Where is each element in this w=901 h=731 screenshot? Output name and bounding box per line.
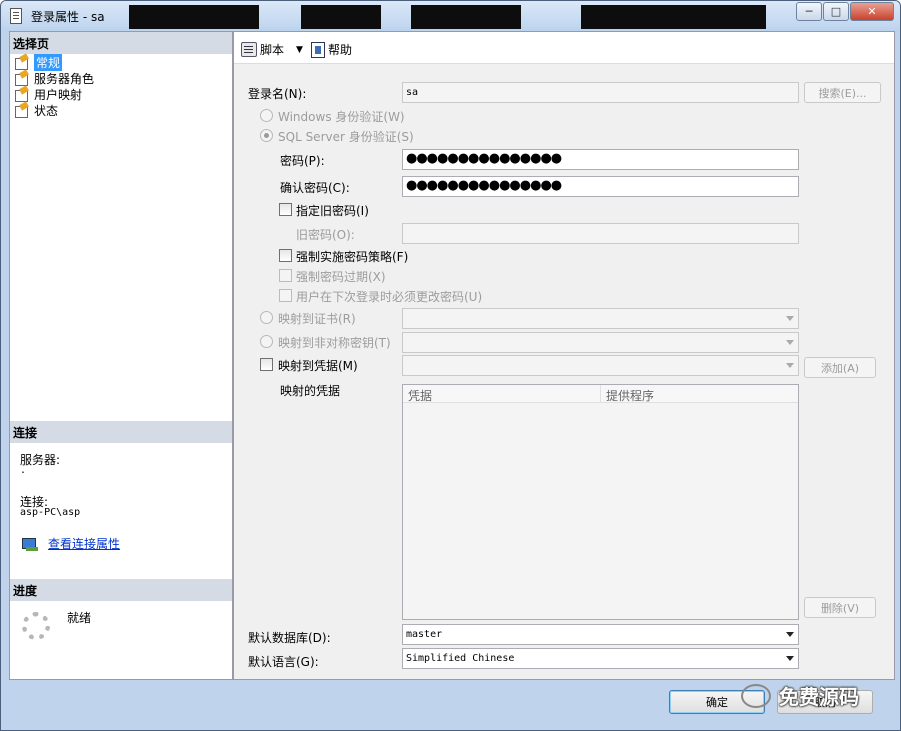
dropdown-arrow-icon[interactable]: ▼ [296,45,303,55]
progress-header: 进度 [10,579,232,601]
old-password-label: 旧密码(O): [296,228,355,242]
map-credential-checkbox[interactable] [260,358,273,371]
minimize-button[interactable]: ─ [796,2,822,21]
search-button[interactable]: 搜索(E)... [804,82,881,103]
password-field[interactable]: ●●●●●●●●●●●●●●● [402,149,799,170]
grid-header: 凭据 提供程序 [403,385,798,403]
login-name-label: 登录名(N): [248,87,307,101]
window-controls: ─ □ ✕ [795,2,894,21]
must-change-label: 用户在下次登录时必须更改密码(U) [296,290,483,304]
page-label: 状态 [34,103,59,118]
right-panel: 脚本 ▼ 帮助 登录名(N): sa 搜索(E)... Windows 身份验证… [233,31,895,680]
default-database-dropdown[interactable]: master [402,624,799,645]
default-language-dropdown[interactable]: Simplified Chinese [402,648,799,669]
map-asymmetric-key-label: 映射到非对称密钥(T) [278,336,391,350]
credential-dropdown[interactable] [402,355,799,376]
map-asymmetric-key-radio[interactable] [260,335,273,348]
window-title: 登录属性 - sa [31,10,105,24]
toolbar: 脚本 ▼ 帮助 [234,32,894,64]
document-icon [10,8,22,24]
help-icon [311,41,325,58]
chevron-down-icon [786,340,794,345]
sql-auth-label: SQL Server 身份验证(S) [278,130,414,144]
page-icon [14,55,30,70]
redacted-area [411,5,521,29]
page-item-general[interactable]: 常规 [14,53,63,71]
enforce-policy-label: 强制实施密码策略(F) [296,250,409,264]
map-credential-label: 映射到凭据(M) [278,359,358,373]
remove-credential-button[interactable]: 删除(V) [804,597,876,618]
grid-column-provider[interactable]: 提供程序 [601,385,797,403]
progress-status: 就绪 [67,611,92,625]
page-item-status[interactable]: 状态 [14,102,58,118]
default-database-value: master [406,629,443,640]
connection-value: asp-PC\asp [20,507,81,518]
redacted-area [129,5,259,29]
script-button[interactable]: 脚本 ▼ [241,41,303,58]
login-properties-window: 登录属性 - sa ─ □ ✕ 选择页 常规 服务器角色 用户映射 状态 连接 [0,0,901,731]
redacted-area [581,5,766,29]
script-label: 脚本 [260,43,285,57]
enforce-expiration-checkbox[interactable] [279,269,292,282]
map-certificate-radio[interactable] [260,311,273,324]
default-database-label: 默认数据库(D): [248,631,331,645]
specify-old-password-checkbox[interactable] [279,203,292,216]
confirm-password-label: 确认密码(C): [280,181,350,195]
sql-auth-radio[interactable] [260,129,273,142]
map-certificate-label: 映射到证书(R) [278,312,356,326]
chevron-down-icon [786,316,794,321]
login-name-field[interactable]: sa [402,82,799,103]
redacted-area [301,5,381,29]
help-label: 帮助 [328,43,353,57]
left-panel: 选择页 常规 服务器角色 用户映射 状态 连接 服务器: . 连接: asp-P… [9,31,233,680]
confirm-password-field[interactable]: ●●●●●●●●●●●●●●● [402,176,799,197]
chevron-down-icon [786,656,794,661]
page-item-user-mapping[interactable]: 用户映射 [14,86,82,102]
select-page-header: 选择页 [10,32,232,54]
windows-auth-radio[interactable] [260,109,273,122]
add-credential-button[interactable]: 添加(A) [804,357,876,378]
page-icon [14,87,30,102]
chevron-down-icon [786,632,794,637]
asymmetric-key-dropdown[interactable] [402,332,799,353]
must-change-checkbox[interactable] [279,289,292,302]
enforce-policy-checkbox[interactable] [279,249,292,262]
password-label: 密码(P): [280,154,325,168]
page-label: 用户映射 [34,87,83,102]
help-button[interactable]: 帮助 [311,41,352,58]
page-label: 服务器角色 [34,71,95,86]
view-connection-properties-link[interactable]: 查看连接属性 [48,535,120,552]
page-label: 常规 [34,53,63,71]
old-password-field[interactable] [402,223,799,244]
connection-header: 连接 [10,421,232,443]
connection-properties-icon [22,537,40,551]
enforce-expiration-label: 强制密码过期(X) [296,270,386,284]
page-item-server-roles[interactable]: 服务器角色 [14,70,94,86]
page-icon [14,103,30,118]
chat-icon [741,683,771,708]
watermark-text: 免费源码 [779,685,859,709]
default-language-value: Simplified Chinese [406,653,515,664]
watermark: 免费源码 [741,681,859,710]
chevron-down-icon [786,363,794,368]
close-button[interactable]: ✕ [850,2,894,21]
mapped-credentials-label: 映射的凭据 [280,384,341,398]
mapped-credentials-grid[interactable]: 凭据 提供程序 [402,384,799,620]
progress-spinner-icon [22,612,50,640]
server-value: . [20,465,27,476]
specify-old-password-label: 指定旧密码(I) [296,204,369,218]
certificate-dropdown[interactable] [402,308,799,329]
title-bar[interactable]: 登录属性 - sa ─ □ ✕ [1,1,900,31]
grid-column-credential[interactable]: 凭据 [403,385,601,403]
maximize-button[interactable]: □ [823,2,849,21]
script-icon [241,42,257,57]
page-icon [14,71,30,86]
windows-auth-label: Windows 身份验证(W) [278,110,405,124]
default-language-label: 默认语言(G): [248,655,319,669]
